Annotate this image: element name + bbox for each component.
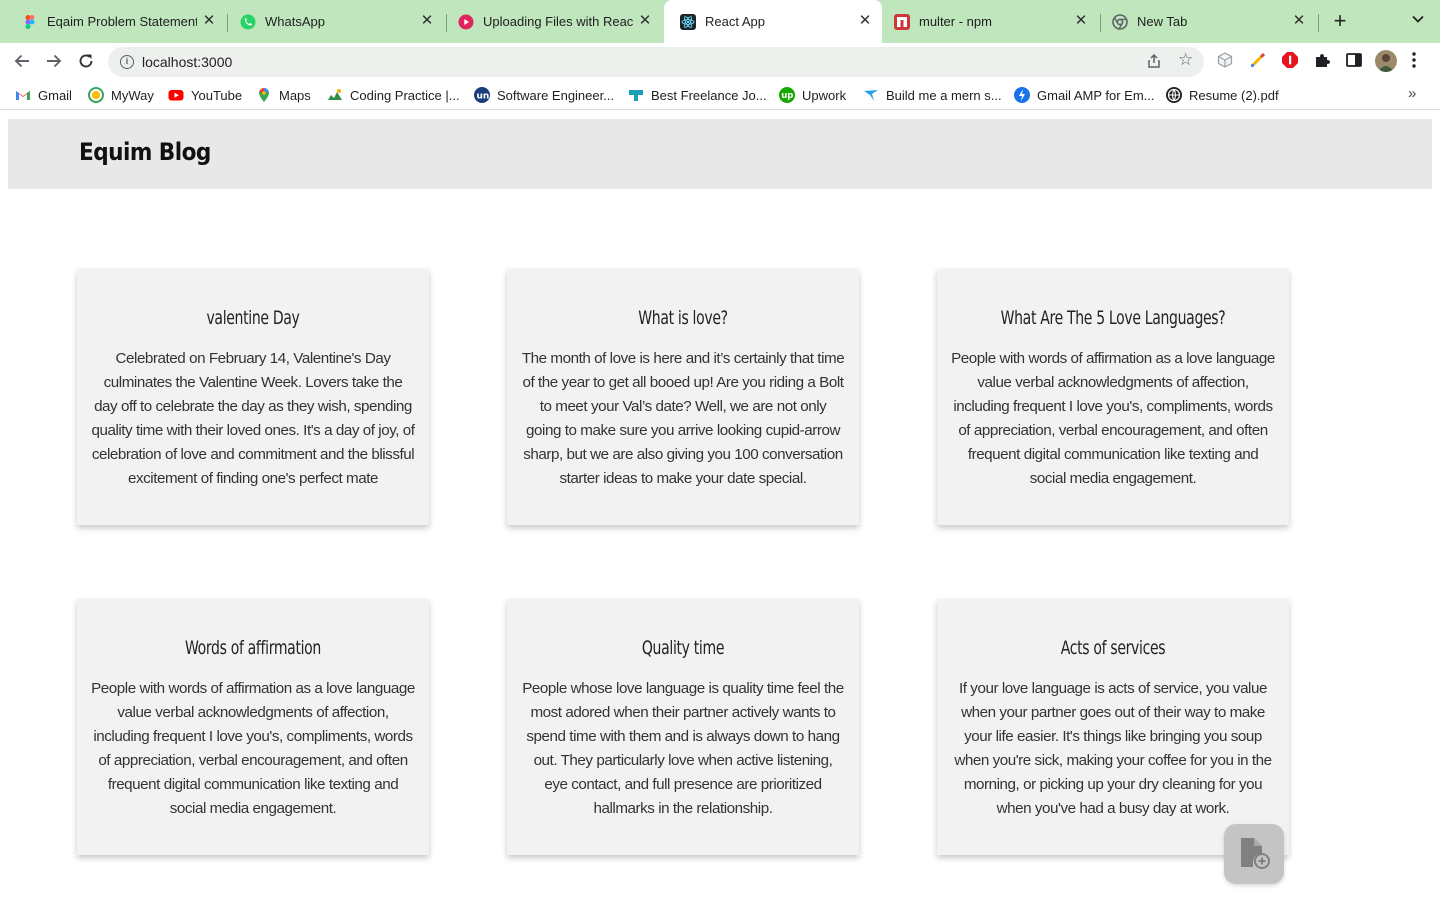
- tab-title: Uploading Files with React.: [483, 14, 633, 29]
- color-picker-extension-icon[interactable]: [1249, 51, 1269, 71]
- post-body: If your love language is acts of service…: [954, 680, 1272, 817]
- post-card[interactable]: What is love? The month of love is here …: [507, 269, 859, 525]
- post-title: What is love?: [638, 307, 728, 329]
- post-title: Acts of services: [1060, 637, 1166, 659]
- post-body: The month of love is here and it’s certa…: [521, 350, 845, 487]
- tab-uploading-files[interactable]: Uploading Files with React. ✕: [442, 0, 662, 43]
- app-header: Equim Blog: [8, 119, 1432, 189]
- post-title: Words of affirmation: [185, 637, 321, 659]
- bookmark-resume-pdf[interactable]: Resume (2).pdf: [1166, 86, 1279, 104]
- globe-icon: [1166, 87, 1182, 103]
- address-bar[interactable]: i localhost:3000 ☆: [108, 47, 1204, 77]
- bookmark-build-mern[interactable]: Build me a mern s...: [863, 86, 1002, 104]
- react-icon: [680, 13, 696, 30]
- un-icon: un: [474, 87, 490, 103]
- tab-title: multer - npm: [919, 14, 992, 29]
- chrome-icon: [1112, 13, 1128, 30]
- close-icon[interactable]: ✕: [858, 13, 872, 28]
- chevron-down-icon: [1412, 15, 1424, 23]
- puzzle-icon[interactable]: [1313, 51, 1333, 71]
- tab-strip: Eqaim Problem Statement - ✕ WhatsApp ✕ U…: [0, 0, 1440, 43]
- myway-icon: [88, 87, 104, 103]
- extension-cube-icon[interactable]: [1216, 51, 1236, 71]
- forward-button[interactable]: [42, 49, 66, 73]
- add-post-button[interactable]: [1224, 824, 1284, 884]
- tab-react-app[interactable]: React App ✕: [664, 0, 882, 43]
- post-title: What Are The 5 Love Languages?: [1000, 307, 1226, 329]
- play-icon: [458, 14, 474, 30]
- whatsapp-icon: [240, 14, 256, 30]
- close-icon[interactable]: ✕: [1292, 13, 1306, 28]
- maps-icon: [256, 87, 272, 103]
- freelance-icon: [628, 87, 644, 103]
- reload-button[interactable]: [74, 49, 98, 73]
- post-card[interactable]: valentine Day Celebrated on February 14,…: [77, 269, 429, 525]
- arrow-right-icon: [47, 54, 62, 68]
- tab-multer-npm[interactable]: multer - npm ✕: [878, 0, 1098, 43]
- tab-search-button[interactable]: [1408, 12, 1428, 32]
- browser-toolbar: i localhost:3000 ☆: [0, 43, 1440, 79]
- coding-icon: [327, 87, 343, 103]
- tab-title: WhatsApp: [265, 14, 325, 29]
- side-panel-icon[interactable]: [1345, 51, 1365, 71]
- bookmark-upwork[interactable]: up Upwork: [779, 86, 846, 104]
- youtube-icon: [168, 87, 184, 103]
- kebab-menu-icon[interactable]: [1409, 51, 1419, 71]
- post-card[interactable]: What Are The 5 Love Languages? People wi…: [937, 269, 1289, 525]
- bookmark-gmail-amp[interactable]: Gmail AMP for Em...: [1014, 86, 1155, 104]
- bookmarks-overflow-button[interactable]: »: [1408, 85, 1416, 102]
- arrow-left-icon: [14, 54, 29, 68]
- back-button[interactable]: [10, 49, 34, 73]
- close-icon[interactable]: ✕: [1074, 13, 1088, 28]
- page-content: Equim Blog valentine Day Celebrated on F…: [0, 110, 1440, 900]
- tab-eqaim[interactable]: Eqaim Problem Statement - ✕: [6, 0, 226, 43]
- tab-title: New Tab: [1137, 14, 1188, 29]
- new-tab-button[interactable]: +: [1328, 10, 1352, 34]
- svg-text:un: un: [477, 92, 490, 102]
- upwork-icon: up: [779, 87, 795, 103]
- post-card[interactable]: Words of affirmation People with words o…: [77, 599, 429, 855]
- post-body: People with words of affirmation as a lo…: [91, 680, 415, 817]
- post-title: Quality time: [641, 637, 725, 659]
- figma-icon: [22, 14, 38, 30]
- share-icon[interactable]: [1146, 53, 1162, 69]
- bird-icon: [863, 87, 879, 103]
- bookmark-software-engineer[interactable]: un Software Engineer...: [474, 86, 614, 104]
- close-icon[interactable]: ✕: [202, 13, 216, 28]
- bookmark-youtube[interactable]: YouTube: [168, 86, 242, 104]
- brand-title: Equim Blog: [79, 138, 211, 166]
- site-info-icon[interactable]: i: [120, 55, 134, 69]
- bookmarks-bar: Gmail MyWay YouTube Maps Coding Practice…: [0, 79, 1440, 110]
- adblock-extension-icon[interactable]: [1281, 51, 1301, 71]
- post-title: valentine Day: [206, 307, 300, 329]
- bookmark-myway[interactable]: MyWay: [88, 86, 154, 104]
- bookmark-gmail[interactable]: Gmail: [15, 86, 72, 104]
- bookmark-maps[interactable]: Maps: [256, 86, 311, 104]
- gmail-icon: [15, 87, 31, 103]
- url-text[interactable]: localhost:3000: [142, 54, 232, 70]
- tab-title: React App: [705, 14, 765, 29]
- amp-icon: [1014, 87, 1030, 103]
- bookmark-best-freelance[interactable]: Best Freelance Jo...: [628, 86, 767, 104]
- close-icon[interactable]: ✕: [638, 13, 652, 28]
- post-body: People whose love language is quality ti…: [522, 680, 844, 817]
- bookmark-star-icon[interactable]: ☆: [1178, 50, 1193, 70]
- post-card[interactable]: Acts of services If your love language i…: [937, 599, 1289, 855]
- close-icon[interactable]: ✕: [420, 13, 434, 28]
- add-file-icon: [1241, 838, 1270, 869]
- post-body: People with words of affirmation as a lo…: [951, 350, 1275, 487]
- npm-icon: [894, 13, 910, 30]
- tab-divider: [1318, 14, 1319, 32]
- tab-new-tab[interactable]: New Tab ✕: [1096, 0, 1316, 43]
- reload-icon: [79, 54, 93, 68]
- avatar[interactable]: [1375, 50, 1397, 72]
- post-card[interactable]: Quality time People whose love language …: [507, 599, 859, 855]
- svg-text:up: up: [781, 91, 793, 101]
- post-body: Celebrated on February 14, Valentine's D…: [91, 350, 415, 487]
- bookmark-coding-practice[interactable]: Coding Practice |...: [327, 86, 460, 104]
- tab-title: Eqaim Problem Statement -: [47, 14, 197, 29]
- tab-whatsapp[interactable]: WhatsApp ✕: [224, 0, 444, 43]
